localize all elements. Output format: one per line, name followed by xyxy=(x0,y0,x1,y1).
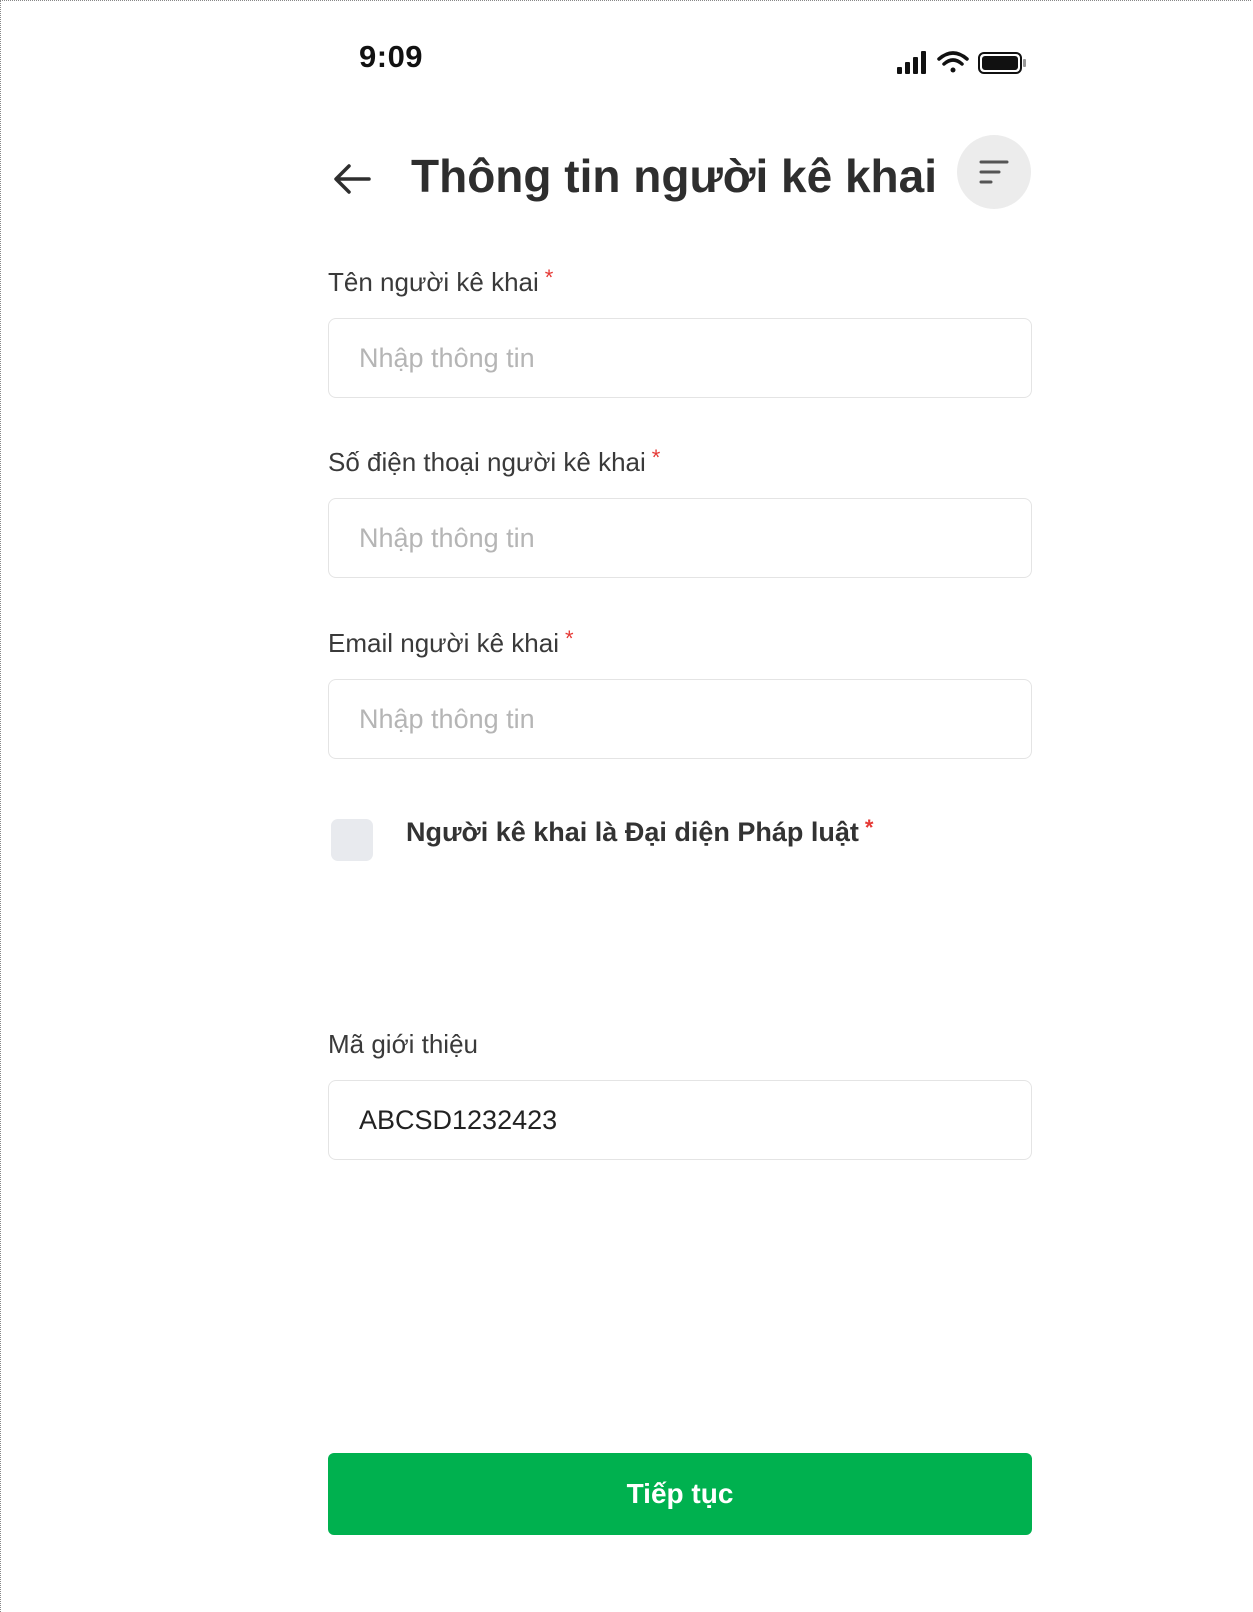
referral-field-label: Mã giới thiệu xyxy=(328,1029,478,1060)
back-button[interactable] xyxy=(329,155,377,203)
arrow-left-icon xyxy=(334,164,371,194)
menu-button[interactable] xyxy=(957,135,1031,209)
legal-representative-checkbox[interactable] xyxy=(331,819,373,861)
phone-field-label: Số điện thoại người kê khai * xyxy=(328,445,661,478)
email-field-label: Email người kê khai * xyxy=(328,626,574,659)
referral-label-text: Mã giới thiệu xyxy=(328,1029,479,1059)
status-icons xyxy=(897,49,1033,77)
signal-icon xyxy=(897,51,926,74)
name-field-label: Tên người kê khai * xyxy=(328,265,554,298)
name-input[interactable] xyxy=(328,318,1032,398)
legal-representative-text: Người kê khai là Đại diện Pháp luật xyxy=(406,817,859,847)
status-time: 9:09 xyxy=(359,39,424,74)
required-mark: * xyxy=(544,265,554,290)
required-mark: * xyxy=(651,445,661,470)
app-frame: 9:09 Thông tin người kê khai Tên người k… xyxy=(0,0,1251,1612)
page-title: Thông tin người kê khai xyxy=(411,150,938,202)
email-label-text: Email người kê khai xyxy=(328,628,559,658)
continue-button[interactable]: Tiếp tục xyxy=(328,1453,1032,1535)
sort-lines-icon xyxy=(979,160,1009,184)
name-label-text: Tên người kê khai xyxy=(328,267,539,297)
email-input[interactable] xyxy=(328,679,1032,759)
required-mark: * xyxy=(565,626,574,651)
wifi-icon xyxy=(937,51,969,73)
legal-representative-label[interactable]: Người kê khai là Đại diện Pháp luật * xyxy=(406,815,874,848)
phone-label-text: Số điện thoại người kê khai xyxy=(328,447,646,477)
battery-icon xyxy=(978,52,1026,74)
required-mark: * xyxy=(864,815,874,840)
phone-input[interactable] xyxy=(328,498,1032,578)
referral-code-input[interactable] xyxy=(328,1080,1032,1160)
